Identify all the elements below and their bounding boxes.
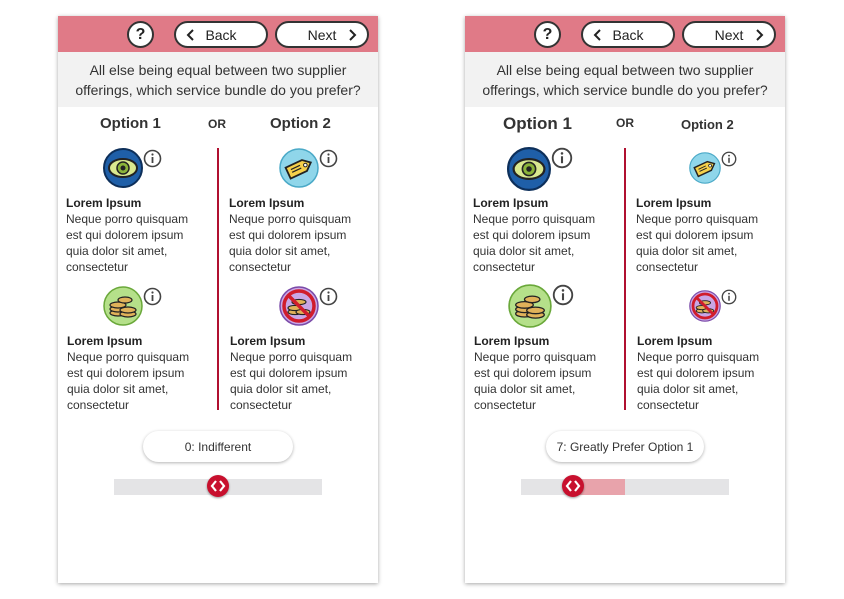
question-text: All else being equal between two supplie… bbox=[465, 52, 785, 107]
info-icon[interactable] bbox=[319, 287, 338, 306]
option-divider bbox=[217, 148, 219, 410]
feature-description: Neque porro quisquam est qui dolorem ips… bbox=[66, 212, 189, 274]
back-button[interactable]: Back bbox=[174, 21, 268, 48]
feature-title: Lorem Ipsum bbox=[637, 334, 713, 348]
feature-description: Neque porro quisquam est qui dolorem ips… bbox=[474, 350, 597, 412]
info-icon[interactable] bbox=[721, 289, 737, 305]
info-icon[interactable] bbox=[721, 151, 737, 167]
chevron-left-icon bbox=[186, 29, 194, 41]
chevron-right-icon bbox=[756, 29, 764, 41]
coins-icon bbox=[508, 284, 552, 328]
feature-title: Lorem Ipsum bbox=[229, 196, 305, 210]
feature-description: Neque porro quisquam est qui dolorem ips… bbox=[636, 212, 759, 274]
option-1-title: Option 1 bbox=[503, 114, 572, 133]
feature-title: Lorem Ipsum bbox=[66, 196, 142, 210]
eye-icon bbox=[103, 148, 143, 188]
no-coins-icon bbox=[279, 286, 319, 326]
feature-title: Lorem Ipsum bbox=[474, 334, 550, 348]
info-icon[interactable] bbox=[143, 287, 162, 306]
question-text: All else being equal between two supplie… bbox=[58, 52, 378, 107]
no-coins-icon bbox=[689, 290, 721, 322]
feature-title: Lorem Ipsum bbox=[473, 196, 549, 210]
chevron-right-icon bbox=[349, 29, 357, 41]
price-tag-icon bbox=[279, 148, 319, 188]
next-button[interactable]: Next bbox=[275, 21, 369, 48]
chevron-left-right-icon bbox=[210, 480, 226, 492]
eye-icon bbox=[507, 147, 551, 191]
preference-slider-thumb[interactable] bbox=[562, 475, 584, 497]
chevron-left-right-icon bbox=[565, 480, 581, 492]
feature-description: Neque porro quisquam est qui dolorem ips… bbox=[67, 350, 190, 412]
option-2-title: Option 2 bbox=[681, 117, 734, 132]
help-button[interactable]: ? bbox=[534, 21, 561, 48]
option-1-title: Option 1 bbox=[100, 115, 161, 132]
feature-title: Lorem Ipsum bbox=[230, 334, 306, 348]
preference-slider-track[interactable] bbox=[521, 479, 729, 495]
coins-icon bbox=[103, 286, 143, 326]
feature-description: Neque porro quisquam est qui dolorem ips… bbox=[230, 350, 353, 412]
or-label: OR bbox=[616, 116, 634, 130]
info-icon[interactable] bbox=[143, 149, 162, 168]
survey-panel-2: ? Back Next All else being equal between… bbox=[465, 16, 785, 583]
feature-title: Lorem Ipsum bbox=[636, 196, 712, 210]
info-icon[interactable] bbox=[551, 147, 573, 169]
info-icon[interactable] bbox=[319, 149, 338, 168]
feature-description: Neque porro quisquam est qui dolorem ips… bbox=[637, 350, 760, 412]
next-button[interactable]: Next bbox=[682, 21, 776, 48]
help-button[interactable]: ? bbox=[127, 21, 154, 48]
feature-description: Neque porro quisquam est qui dolorem ips… bbox=[473, 212, 596, 274]
or-label: OR bbox=[208, 117, 226, 131]
top-bar: ? Back Next bbox=[58, 16, 378, 52]
option-2-title: Option 2 bbox=[270, 115, 331, 132]
feature-title: Lorem Ipsum bbox=[67, 334, 143, 348]
chevron-left-icon bbox=[593, 29, 601, 41]
price-tag-icon bbox=[689, 152, 721, 184]
preference-slider-thumb[interactable] bbox=[207, 475, 229, 497]
option-divider bbox=[624, 148, 626, 410]
top-bar: ? Back Next bbox=[465, 16, 785, 52]
survey-panel-1: ? Back Next All else being equal between… bbox=[58, 16, 378, 583]
feature-description: Neque porro quisquam est qui dolorem ips… bbox=[229, 212, 352, 274]
info-icon[interactable] bbox=[552, 284, 574, 306]
preference-label: 0: Indifferent bbox=[143, 431, 293, 462]
preference-label: 7: Greatly Prefer Option 1 bbox=[546, 431, 704, 462]
back-button[interactable]: Back bbox=[581, 21, 675, 48]
